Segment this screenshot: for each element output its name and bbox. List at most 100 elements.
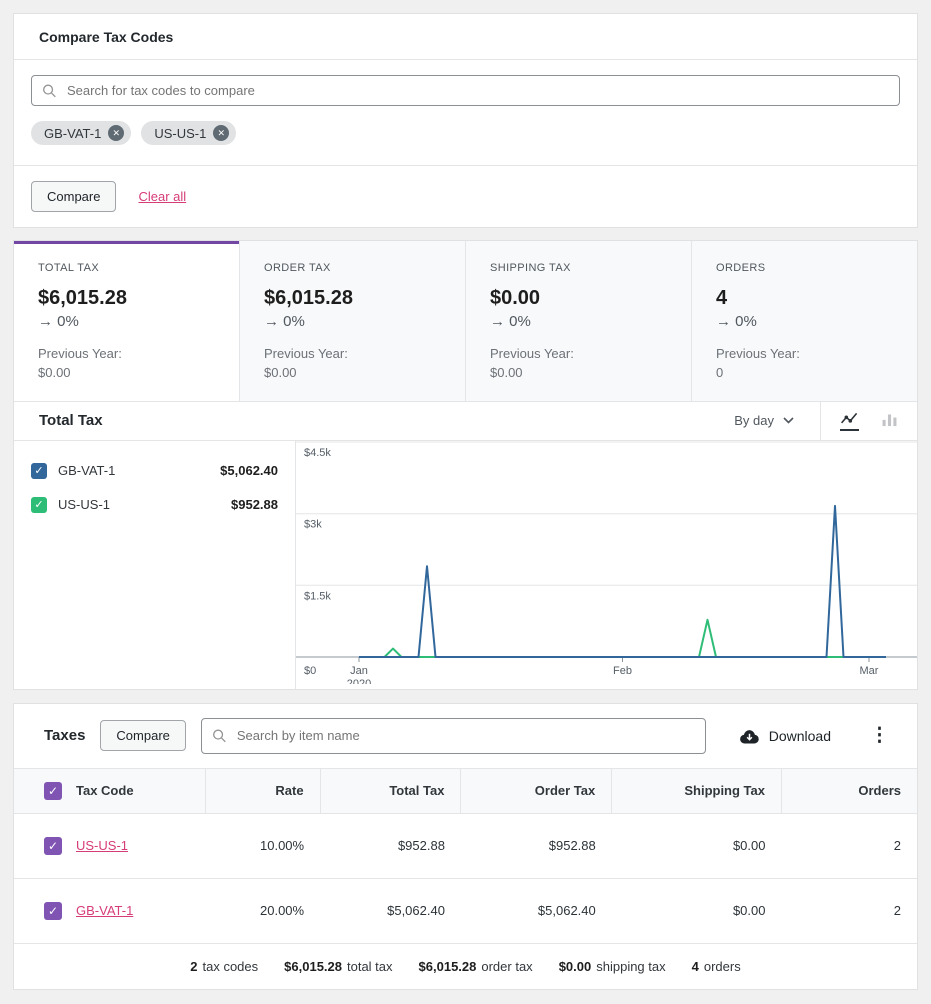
selected-tax-code-chips: GB-VAT-1 ✕ US-US-1 ✕ [31, 121, 900, 145]
summary-delta: → 0% [716, 313, 757, 330]
row-checkbox[interactable]: ✓ [44, 836, 62, 855]
table-header-row: ✓ Tax Code Rate Total Tax Order Tax Ship… [14, 767, 917, 814]
table-title: Taxes [44, 727, 86, 745]
interval-dropdown[interactable]: By day [708, 402, 820, 440]
summary-prev-value: $0.00 [264, 364, 297, 380]
taxes-report-page: Compare Tax Codes GB-VAT-1 ✕ US-US-1 ✕ [0, 0, 931, 1004]
chip-label: US-US-1 [154, 125, 207, 141]
clear-all-link[interactable]: Clear all [138, 189, 186, 204]
tab-orders[interactable]: ORDERS 4 → 0% Previous Year: 0 [692, 241, 917, 401]
table-summary-row: 2 tax codes $6,015.28 total tax $6,015.28 o… [14, 944, 917, 989]
legend-total: $952.88 [231, 497, 278, 513]
tab-total-tax[interactable]: TOTAL TAX $6,015.28 → 0% Previous Year: … [14, 241, 240, 401]
legend-label: GB-VAT-1 [58, 463, 116, 479]
chart-title: Total Tax [39, 412, 103, 430]
summary-value: $0.00 [490, 287, 541, 309]
tab-order-tax[interactable]: ORDER TAX $6,015.28 → 0% Previous Year: … [240, 241, 466, 401]
row-checkbox[interactable]: ✓ [44, 901, 62, 920]
cell-shipping-tax: $0.00 [611, 878, 782, 944]
summary-prev-value: 0 [716, 364, 724, 380]
chart-type-toggle [821, 402, 917, 440]
summary-prev-value: $0.00 [490, 364, 523, 380]
svg-text:$0: $0 [304, 665, 316, 677]
svg-text:Feb: Feb [613, 665, 632, 677]
column-header-tax-code[interactable]: ✓ Tax Code [14, 767, 206, 814]
summary-value: $6,015.28 [38, 287, 127, 309]
table-row: ✓ GB-VAT-1 20.00% $5,062.40 $5,062.40 $0… [14, 878, 917, 944]
column-header-orders[interactable]: Orders [781, 767, 917, 814]
summary-shipping-tax: $0.00 shipping tax [558, 958, 666, 974]
download-label: Download [768, 727, 831, 744]
tax-code-link[interactable]: GB-VAT-1 [76, 903, 133, 918]
table-compare-button[interactable]: Compare [100, 720, 186, 752]
chart-header: Total Tax By day [14, 401, 917, 441]
summary-delta: → 0% [490, 313, 531, 330]
compare-card-footer: Compare Clear all [14, 165, 917, 227]
legend-total: $5,062.40 [220, 463, 278, 479]
svg-text:$1.5k: $1.5k [304, 590, 331, 602]
cloud-download-icon [739, 728, 760, 744]
column-header-order-tax[interactable]: Order Tax [460, 767, 612, 814]
taxes-table-card: Taxes Compare Download ⋮ [13, 702, 918, 990]
chart-area[interactable]: Jan 2020 Feb Mar $0 $1.5k $3k $4.5k [296, 441, 917, 690]
cell-rate: 20.00% [205, 878, 321, 944]
svg-text:$3k: $3k [304, 518, 322, 530]
item-search-input[interactable] [200, 717, 706, 754]
search-icon [212, 728, 227, 743]
remove-chip-icon[interactable]: ✕ [213, 125, 230, 141]
tax-code-chip[interactable]: US-US-1 ✕ [141, 121, 237, 145]
svg-text:2020: 2020 [347, 678, 371, 684]
tab-shipping-tax[interactable]: SHIPPING TAX $0.00 → 0% Previous Year: $… [466, 241, 692, 401]
svg-text:Mar: Mar [860, 665, 879, 677]
summary-orders: 4 orders [691, 958, 741, 974]
cell-rate: 10.00% [205, 813, 321, 879]
summary-prev-value: $0.00 [38, 364, 71, 380]
legend-item-gb-vat-1[interactable]: ✓ GB-VAT-1 $5,062.40 [14, 454, 295, 488]
kebab-menu-icon[interactable]: ⋮ [860, 726, 899, 745]
summary-delta: → 0% [38, 313, 79, 330]
tax-code-search-input[interactable] [31, 75, 900, 106]
download-button[interactable]: Download [725, 728, 845, 744]
column-label: Tax Code [76, 783, 134, 799]
column-header-rate[interactable]: Rate [204, 767, 321, 814]
summary-prev-label: Previous Year: [716, 346, 800, 361]
chip-label: GB-VAT-1 [44, 125, 102, 141]
tax-code-link[interactable]: US-US-1 [76, 838, 128, 853]
summary-order-tax: $6,015.28 order tax [418, 958, 533, 974]
summary-value: 4 [716, 287, 728, 309]
cell-order-tax: $952.88 [460, 813, 612, 879]
cell-orders: 2 [781, 878, 917, 944]
line-chart-icon[interactable] [840, 411, 859, 431]
summary-prev-label: Previous Year: [38, 346, 122, 361]
taxes-table: ✓ Tax Code Rate Total Tax Order Tax Ship… [14, 767, 917, 944]
cell-total-tax: $5,062.40 [320, 878, 461, 944]
bar-chart-icon[interactable] [881, 412, 898, 430]
summary-prev-label: Previous Year: [264, 346, 348, 361]
column-header-shipping-tax[interactable]: Shipping Tax [611, 767, 782, 814]
compare-card-title: Compare Tax Codes [14, 14, 917, 60]
tax-code-chip[interactable]: GB-VAT-1 ✕ [31, 121, 132, 145]
chevron-down-icon [783, 417, 794, 424]
summary-label: TOTAL TAX [38, 262, 100, 274]
svg-text:$4.5k: $4.5k [304, 447, 331, 459]
series-checkbox[interactable]: ✓ [31, 496, 47, 513]
table-header-bar: Taxes Compare Download ⋮ [14, 704, 917, 768]
select-all-checkbox[interactable]: ✓ [44, 781, 62, 800]
report-panel: TOTAL TAX $6,015.28 → 0% Previous Year: … [13, 240, 918, 690]
remove-chip-icon[interactable]: ✕ [108, 125, 125, 141]
summary-value: $6,015.28 [264, 287, 353, 309]
chart-legend: ✓ GB-VAT-1 $5,062.40 ✓ US-US-1 $952.88 [14, 440, 296, 689]
legend-item-us-us-1[interactable]: ✓ US-US-1 $952.88 [14, 488, 295, 522]
interval-label: By day [734, 413, 774, 429]
summary-total-tax: $6,015.28 total tax [284, 958, 393, 974]
summary-prev-label: Previous Year: [490, 346, 574, 361]
compare-tax-codes-card: Compare Tax Codes GB-VAT-1 ✕ US-US-1 ✕ [13, 13, 918, 228]
column-header-total-tax[interactable]: Total Tax [319, 767, 461, 814]
summary-delta: → 0% [264, 313, 305, 330]
tax-chart-svg: Jan2020 Feb Mar $0 $1.5k $3k $4.5k [296, 441, 917, 690]
cell-orders: 2 [781, 813, 917, 879]
series-checkbox[interactable]: ✓ [31, 462, 47, 479]
cell-total-tax: $952.88 [320, 813, 461, 879]
svg-text:Jan: Jan [350, 665, 368, 677]
compare-button[interactable]: Compare [31, 181, 117, 212]
